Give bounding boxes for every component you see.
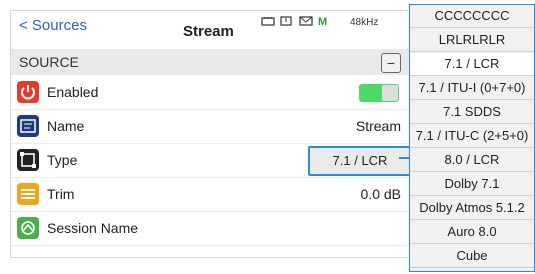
collapse-button[interactable]: − (381, 53, 401, 73)
app: < Sources Stream M 48kHz SOURCE − Enable… (0, 0, 535, 274)
source-panel: < Sources Stream M 48kHz SOURCE − Enable… (10, 10, 412, 258)
trim-label: Trim (47, 186, 75, 202)
device-icon (261, 16, 275, 26)
status-icons: M (261, 16, 327, 28)
type-dropdown-list[interactable]: CCCCCCCC LRLRLRLR 7.1 / LCR 7.1 / ITU-I … (409, 4, 535, 272)
status-m-indicator: M (318, 16, 328, 28)
dropdown-option[interactable]: Dolby Atmos 5.1.2 (410, 197, 534, 220)
dropdown-option-selected[interactable]: 7.1 / LCR (410, 53, 534, 76)
mail-icon (299, 16, 313, 26)
session-icon (17, 217, 39, 239)
dropdown-option[interactable]: LRLRLRLR (410, 29, 534, 52)
source-section-header: SOURCE − (11, 49, 411, 75)
dropdown-option[interactable]: CCCCCCCC (410, 5, 534, 28)
page-title: Stream (183, 23, 234, 40)
row-name[interactable]: Name Stream (11, 109, 411, 144)
dropdown-option[interactable]: Auro 8.0 (410, 221, 534, 244)
row-session-name[interactable]: Session Name (11, 211, 411, 246)
dropdown-option[interactable]: 8.0 / LCR (410, 149, 534, 172)
dropdown-option[interactable]: 7.1 SDDS (410, 101, 534, 124)
sample-rate: 48kHz (350, 17, 379, 28)
header-bar: < Sources Stream M 48kHz (11, 11, 411, 45)
trim-value[interactable]: 0.0 dB (361, 186, 401, 202)
type-icon (17, 149, 39, 171)
type-select-value: 7.1 / LCR (332, 153, 388, 168)
name-value[interactable]: Stream (356, 118, 401, 134)
power-icon (17, 81, 39, 103)
back-button[interactable]: < Sources (19, 17, 87, 34)
name-label: Name (47, 118, 85, 134)
section-label: SOURCE (19, 54, 79, 70)
name-icon (17, 115, 39, 137)
trim-icon (17, 183, 39, 205)
dropdown-connector (399, 157, 409, 159)
enabled-toggle[interactable] (359, 84, 399, 102)
enabled-label: Enabled (47, 84, 99, 100)
dropdown-option[interactable]: Cube (410, 245, 534, 268)
type-select[interactable]: 7.1 / LCR (308, 146, 412, 176)
dropdown-option[interactable]: Dolby 7.1 (410, 173, 534, 196)
dropdown-option[interactable]: 7.1 / ITU-I (0+7+0) (410, 77, 534, 100)
dropdown-option[interactable]: 7.1 / ITU-C (2+5+0) (410, 125, 534, 148)
row-trim[interactable]: Trim 0.0 dB (11, 177, 411, 212)
toggle-knob (382, 85, 398, 101)
clock-icon (280, 16, 294, 26)
session-name-label: Session Name (47, 220, 139, 236)
type-label: Type (47, 152, 78, 168)
row-type: Type 7.1 / LCR (11, 143, 412, 178)
row-enabled: Enabled (11, 75, 411, 110)
